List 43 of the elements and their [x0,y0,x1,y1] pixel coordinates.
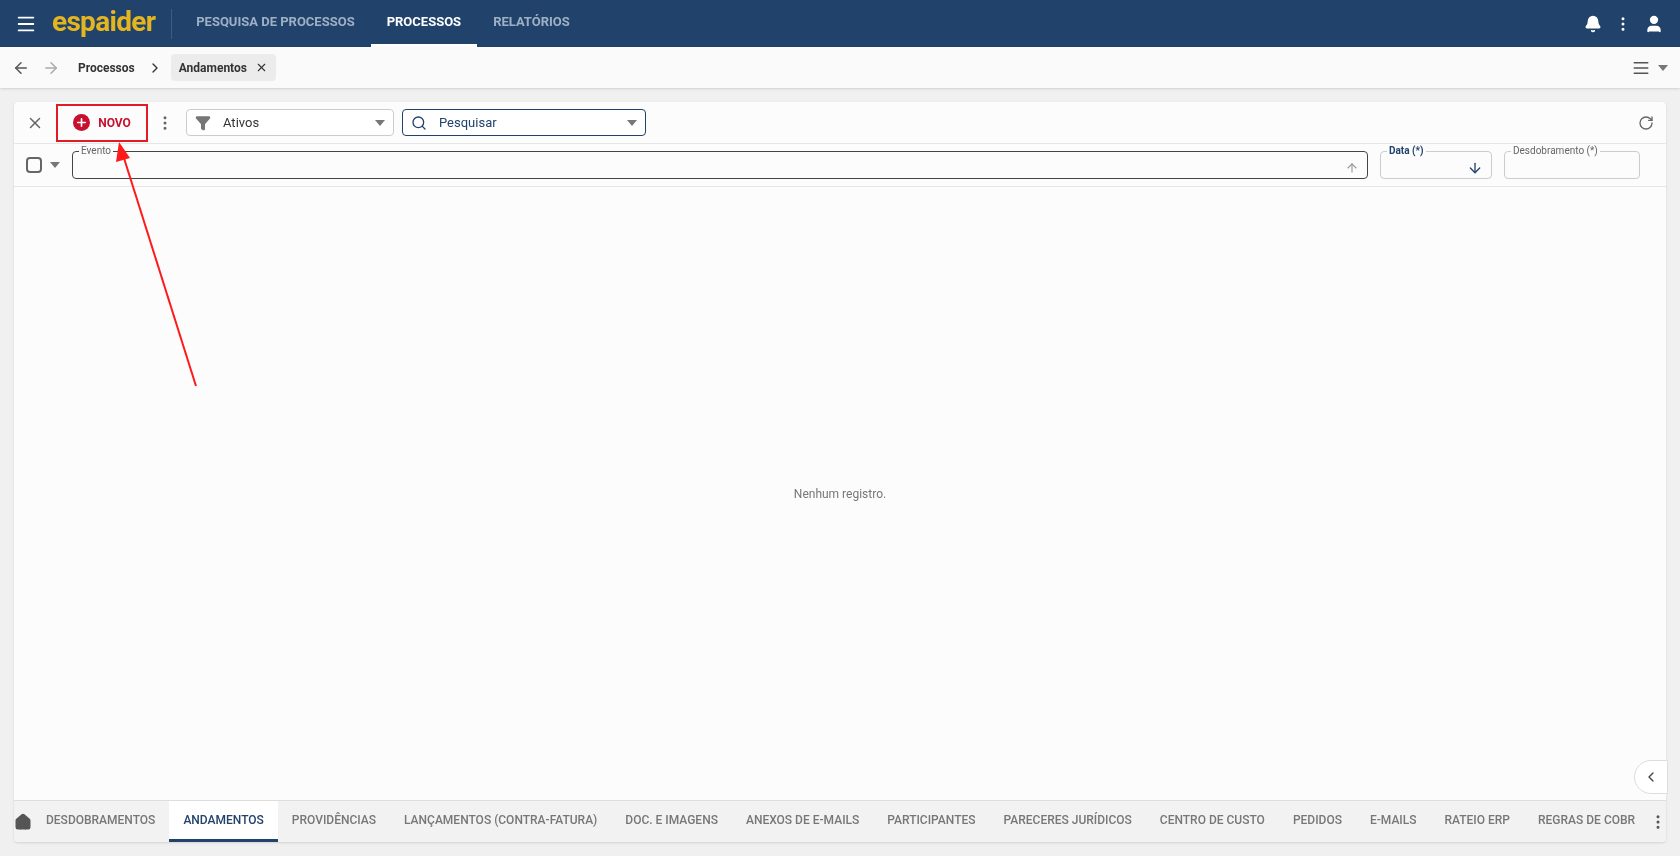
new-button[interactable]: NOVO [73,113,131,132]
breadcrumb-label[interactable]: Andamentos [178,58,247,77]
search-dropdown[interactable]: Pesquisar [402,109,646,136]
nav-tab[interactable]: PESQUISA DE PROCESSOS [180,0,371,47]
section-tab[interactable]: E-MAILS [1355,801,1431,842]
section-tab[interactable]: PARTICIPANTES [873,801,990,842]
section-tab[interactable]: DESDOBRAMENTOS [32,801,170,842]
section-tab[interactable]: CENTRO DE CUSTO [1145,801,1279,842]
home-icon [14,812,32,831]
empty-message: Nenhum registro. [793,485,887,503]
section-tab[interactable]: LANÇAMENTOS (CONTRA-FATURA) [390,801,612,842]
logo: espaider [52,7,157,36]
section-tab[interactable]: PROVIDÊNCIAS [277,801,390,842]
user-icon[interactable] [1644,13,1664,34]
caret-icon [627,119,637,126]
section-tab[interactable]: REGRAS DE COBR [1524,801,1650,842]
select-all-checkbox[interactable] [26,157,42,173]
column-filter-field[interactable]: Desdobramento (*) [1504,145,1640,179]
nav-tab[interactable]: RELATÓRIOS [477,0,586,47]
select-menu-caret-icon [50,162,60,168]
dropdown-caret-icon [1658,64,1668,71]
search-icon [411,114,427,131]
caret-icon [375,119,385,126]
section-tab[interactable]: ANDAMENTOS [169,801,278,842]
filter-dropdown[interactable]: Ativos [186,109,394,136]
sort-up-icon[interactable] [1345,160,1359,175]
filter-value: Ativos [223,113,261,132]
add-icon [73,114,91,131]
section-tab[interactable]: PARECERES JURÍDICOS [989,801,1146,842]
refresh-icon[interactable] [1638,114,1654,131]
section-tab[interactable]: ANEXOS DE E-MAILS [731,801,874,842]
section-tab[interactable]: PEDIDOS [1278,801,1356,842]
section-tab[interactable]: RATEIO ERP [1430,801,1524,842]
column-filter-field[interactable]: Evento [72,145,1368,179]
filter-icon [195,114,211,131]
column-label: Data (*) [1388,145,1425,157]
section-tab[interactable]: DOC. E IMAGENS [611,801,732,842]
breadcrumb-link[interactable]: Processos [78,58,135,77]
column-filter-field[interactable]: Data (*) [1380,145,1492,179]
column-label: Evento [80,145,113,157]
notification-icon[interactable] [1584,14,1602,33]
search-input[interactable]: Pesquisar [439,112,615,133]
column-label: Desdobramento (*) [1512,145,1599,157]
